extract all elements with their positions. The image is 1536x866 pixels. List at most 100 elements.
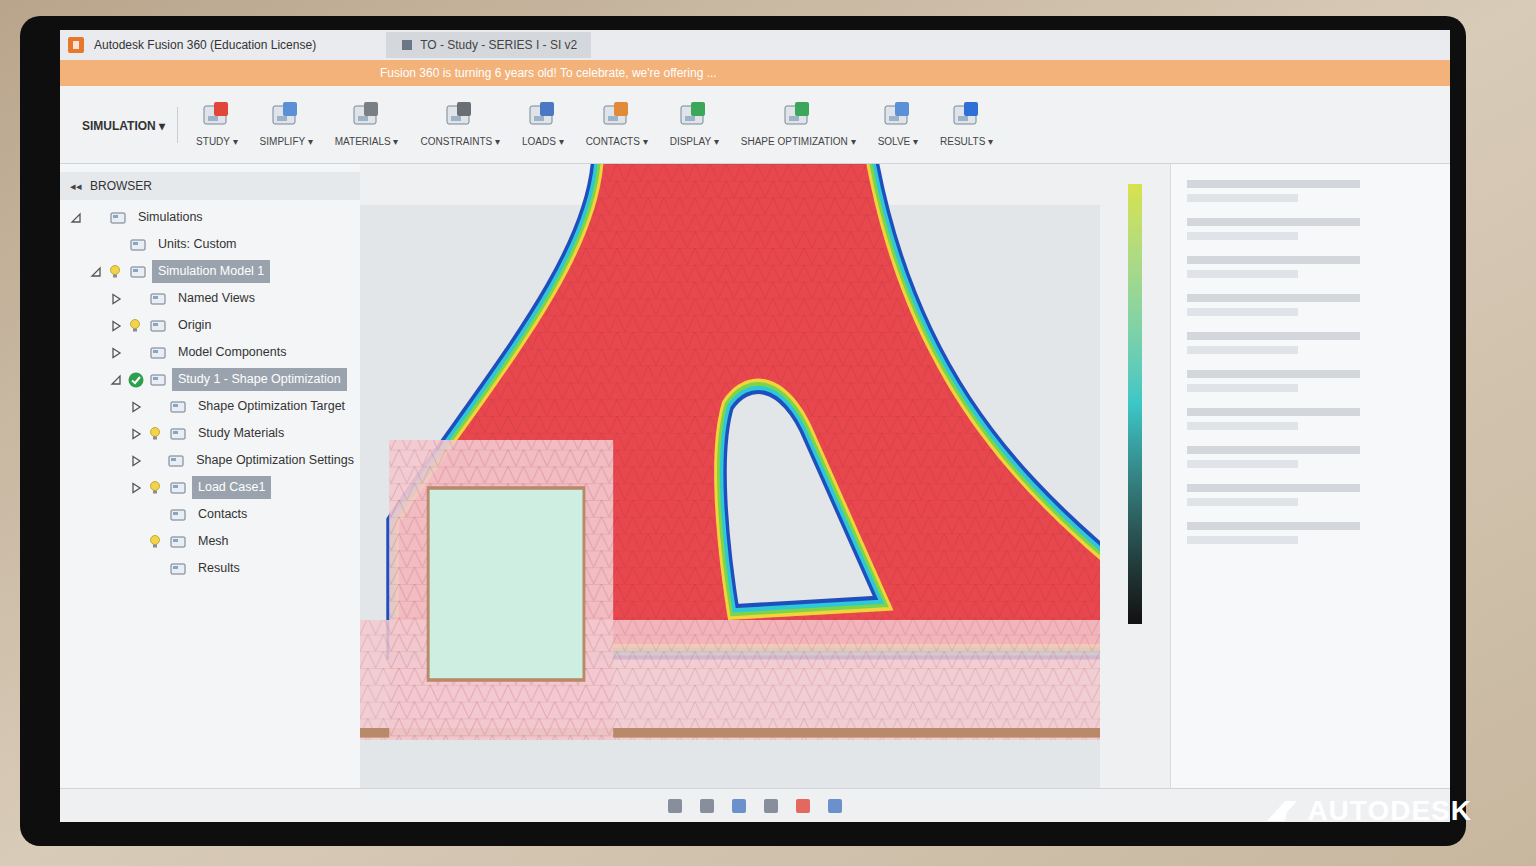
browser-item[interactable]: Simulations bbox=[60, 204, 360, 231]
toolbar-button[interactable]: CONTACTS ▾ bbox=[582, 100, 652, 149]
collapsed-arrow-icon[interactable] bbox=[130, 482, 142, 494]
lightbulb-icon[interactable] bbox=[108, 264, 122, 280]
lightbulb-icon[interactable] bbox=[148, 426, 162, 442]
browser-item-label[interactable]: Named Views bbox=[172, 287, 261, 310]
app-logo-icon bbox=[68, 37, 84, 53]
tool-icon[interactable] bbox=[269, 100, 303, 130]
browser-item-label[interactable]: Mesh bbox=[192, 530, 235, 553]
tool-icon[interactable] bbox=[677, 100, 711, 130]
legend bbox=[1100, 164, 1170, 788]
browser-item[interactable]: Shape Optimization Target bbox=[60, 393, 360, 420]
lightbulb-icon[interactable] bbox=[148, 534, 162, 550]
collapse-button[interactable]: ◂◂ bbox=[70, 178, 82, 195]
workspace-switcher[interactable]: SIMULATION ▾ bbox=[70, 107, 178, 143]
node-icon bbox=[170, 400, 186, 414]
tool-icon[interactable] bbox=[781, 100, 815, 130]
toolbar-button[interactable]: SIMPLIFY ▾ bbox=[256, 100, 317, 149]
browser-item-label[interactable]: Simulation Model 1 bbox=[152, 260, 270, 283]
expanded-arrow-icon[interactable] bbox=[110, 374, 122, 386]
collapsed-arrow-icon[interactable] bbox=[110, 320, 122, 332]
document-icon bbox=[400, 38, 414, 52]
toolbar-button[interactable]: MATERIALS ▾ bbox=[331, 100, 403, 149]
toolbar-button[interactable]: STUDY ▾ bbox=[192, 100, 242, 149]
legend-bar bbox=[1128, 184, 1142, 624]
nav-tool-icon[interactable] bbox=[761, 796, 781, 816]
browser-item[interactable]: Named Views bbox=[60, 285, 360, 312]
panel-row bbox=[1187, 218, 1434, 240]
browser-header: ◂◂BROWSER bbox=[60, 172, 360, 200]
toolbar-button[interactable]: DISPLAY ▾ bbox=[666, 100, 723, 149]
browser-item[interactable]: Study 1 - Shape Optimization bbox=[60, 366, 360, 393]
browser-item-label[interactable]: Units: Custom bbox=[152, 233, 243, 256]
collapsed-arrow-icon[interactable] bbox=[130, 455, 142, 467]
tool-icon[interactable] bbox=[600, 100, 634, 130]
browser-item[interactable]: Model Components bbox=[60, 339, 360, 366]
document-tab[interactable]: TO - Study - SERIES I - SI v2 bbox=[386, 32, 591, 58]
toolbar-button[interactable]: RESULTS ▾ bbox=[936, 100, 997, 149]
browser-item[interactable]: Origin bbox=[60, 312, 360, 339]
nav-tool-icon[interactable] bbox=[825, 796, 845, 816]
check-icon bbox=[128, 372, 144, 388]
node-icon bbox=[170, 508, 186, 522]
collapsed-arrow-icon[interactable] bbox=[110, 347, 122, 359]
browser-item[interactable]: Study Materials bbox=[60, 420, 360, 447]
browser-item-label[interactable]: Origin bbox=[172, 314, 217, 337]
panel-row bbox=[1187, 446, 1434, 468]
browser-item-label[interactable]: Shape Optimization Target bbox=[192, 395, 351, 418]
browser-item[interactable]: Shape Optimization Settings bbox=[60, 447, 360, 474]
tool-icon[interactable] bbox=[200, 100, 234, 130]
node-icon bbox=[170, 562, 186, 576]
banner[interactable]: Fusion 360 is turning 6 years old! To ce… bbox=[60, 60, 1450, 86]
collapsed-arrow-icon[interactable] bbox=[130, 428, 142, 440]
tool-icon[interactable] bbox=[950, 100, 984, 130]
browser-item[interactable]: Mesh bbox=[60, 528, 360, 555]
browser-item[interactable]: Units: Custom bbox=[60, 231, 360, 258]
panel-row bbox=[1187, 294, 1434, 316]
browser-item-label[interactable]: Model Components bbox=[172, 341, 292, 364]
node-icon bbox=[150, 346, 166, 360]
nav-tool-icon[interactable] bbox=[665, 796, 685, 816]
browser-item[interactable]: Results bbox=[60, 555, 360, 582]
toolbar: SIMULATION ▾ STUDY ▾ SIMPLIFY ▾ MATERIALS ▾… bbox=[60, 86, 1450, 164]
browser-item[interactable]: Load Case1 bbox=[60, 474, 360, 501]
expanded-arrow-icon[interactable] bbox=[90, 266, 102, 278]
tool-icon[interactable] bbox=[526, 100, 560, 130]
panel-row bbox=[1187, 256, 1434, 278]
toolbar-button[interactable]: SOLVE ▾ bbox=[874, 100, 922, 149]
viewport[interactable] bbox=[360, 164, 1100, 788]
tool-icon[interactable] bbox=[350, 100, 384, 130]
lightbulb-icon[interactable] bbox=[148, 480, 162, 496]
toolbar-button[interactable]: LOADS ▾ bbox=[518, 100, 568, 149]
tool-icon[interactable] bbox=[881, 100, 915, 130]
panel-row bbox=[1187, 332, 1434, 354]
nav-tool-icon[interactable] bbox=[793, 796, 813, 816]
photo: Autodesk Fusion 360 (Education License) T… bbox=[0, 0, 1536, 866]
browser-item-label[interactable]: Shape Optimization Settings bbox=[190, 449, 360, 472]
nav-tool-icon[interactable] bbox=[697, 796, 717, 816]
browser-item-label[interactable]: Results bbox=[192, 557, 246, 580]
browser-item-label[interactable]: Study Materials bbox=[192, 422, 290, 445]
panel-row bbox=[1187, 370, 1434, 392]
panel-row bbox=[1187, 522, 1434, 544]
toolbar-button[interactable]: CONSTRAINTS ▾ bbox=[417, 100, 504, 149]
browser-item-label[interactable]: Simulations bbox=[132, 206, 209, 229]
autodesk-logo-icon bbox=[1265, 799, 1299, 823]
browser-item[interactable]: Simulation Model 1 bbox=[60, 258, 360, 285]
browser-item-label[interactable]: Contacts bbox=[192, 503, 253, 526]
collapsed-arrow-icon[interactable] bbox=[110, 293, 122, 305]
tool-icon[interactable] bbox=[443, 100, 477, 130]
lightbulb-icon[interactable] bbox=[128, 318, 142, 334]
collapsed-arrow-icon[interactable] bbox=[130, 401, 142, 413]
node-icon bbox=[150, 319, 166, 333]
node-icon bbox=[150, 373, 166, 387]
browser-item[interactable]: Contacts bbox=[60, 501, 360, 528]
expanded-arrow-icon[interactable] bbox=[70, 212, 82, 224]
browser-item-label[interactable]: Study 1 - Shape Optimization bbox=[172, 368, 347, 391]
browser-item-label[interactable]: Load Case1 bbox=[192, 476, 271, 499]
toolbar-button[interactable]: SHAPE OPTIMIZATION ▾ bbox=[737, 100, 860, 149]
window-title: Autodesk Fusion 360 (Education License) bbox=[94, 36, 316, 54]
optimization-result[interactable] bbox=[360, 164, 1100, 788]
node-icon bbox=[130, 265, 146, 279]
node-icon bbox=[130, 238, 146, 252]
nav-tool-icon[interactable] bbox=[729, 796, 749, 816]
